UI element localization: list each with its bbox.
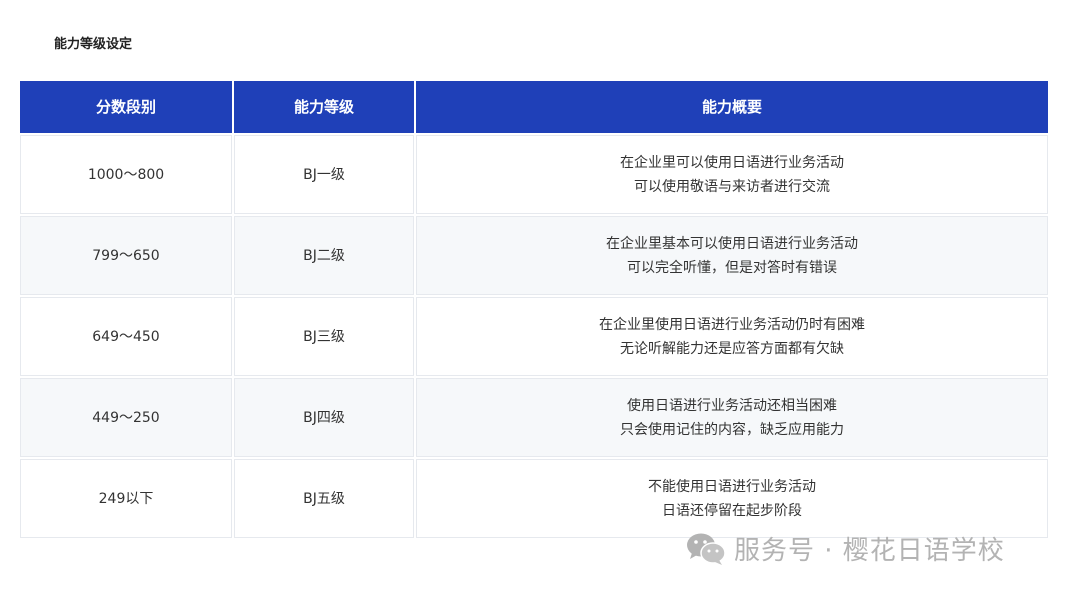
summary-cell: 使用日语进行业务活动还相当困难 只会使用记住的内容，缺乏应用能力 [416, 378, 1048, 457]
score-cell: 649～450 [20, 297, 232, 376]
ability-level-table: 分数段别 能力等级 能力概要 1000～800 BJ一级 在企业里可以使用日语进… [20, 81, 1048, 538]
level-cell: BJ一级 [234, 135, 414, 214]
page-title: 能力等级设定 [54, 37, 133, 52]
summary-line: 在企业里使用日语进行业务活动仍时有困难 [599, 316, 865, 333]
level-cell: BJ四级 [234, 378, 414, 457]
summary-line: 可以使用敬语与来访者进行交流 [634, 178, 830, 195]
score-cell: 249以下 [20, 459, 232, 538]
summary-line: 使用日语进行业务活动还相当困难 [627, 397, 837, 414]
column-header-score: 分数段别 [20, 81, 232, 133]
score-cell: 1000～800 [20, 135, 232, 214]
summary-line: 在企业里可以使用日语进行业务活动 [620, 154, 844, 171]
watermark-text: 服务号 · 樱花日语学校 [734, 536, 1005, 566]
summary-line: 日语还停留在起步阶段 [662, 502, 802, 519]
page: 能力等级设定 分数段别 能力等级 能力概要 1000～800 BJ一级 在企业里… [0, 0, 1080, 594]
level-cell: BJ三级 [234, 297, 414, 376]
column-header-level: 能力等级 [234, 81, 414, 133]
column-header-summary: 能力概要 [416, 81, 1048, 133]
summary-line: 不能使用日语进行业务活动 [648, 478, 816, 495]
summary-line: 可以完全听懂，但是对答时有错误 [627, 259, 837, 276]
summary-line: 在企业里基本可以使用日语进行业务活动 [606, 235, 858, 252]
score-cell: 449～250 [20, 378, 232, 457]
level-cell: BJ五级 [234, 459, 414, 538]
level-cell: BJ二级 [234, 216, 414, 295]
wechat-icon [687, 533, 726, 565]
summary-cell: 在企业里使用日语进行业务活动仍时有困难 无论听解能力还是应答方面都有欠缺 [416, 297, 1048, 376]
summary-cell: 在企业里可以使用日语进行业务活动 可以使用敬语与来访者进行交流 [416, 135, 1048, 214]
summary-cell: 不能使用日语进行业务活动 日语还停留在起步阶段 [416, 459, 1048, 538]
watermark: 服务号 · 樱花日语学校 [686, 530, 1005, 567]
summary-cell: 在企业里基本可以使用日语进行业务活动 可以完全听懂，但是对答时有错误 [416, 216, 1048, 295]
score-cell: 799～650 [20, 216, 232, 295]
summary-line: 只会使用记住的内容，缺乏应用能力 [620, 421, 844, 438]
summary-line: 无论听解能力还是应答方面都有欠缺 [620, 340, 844, 357]
